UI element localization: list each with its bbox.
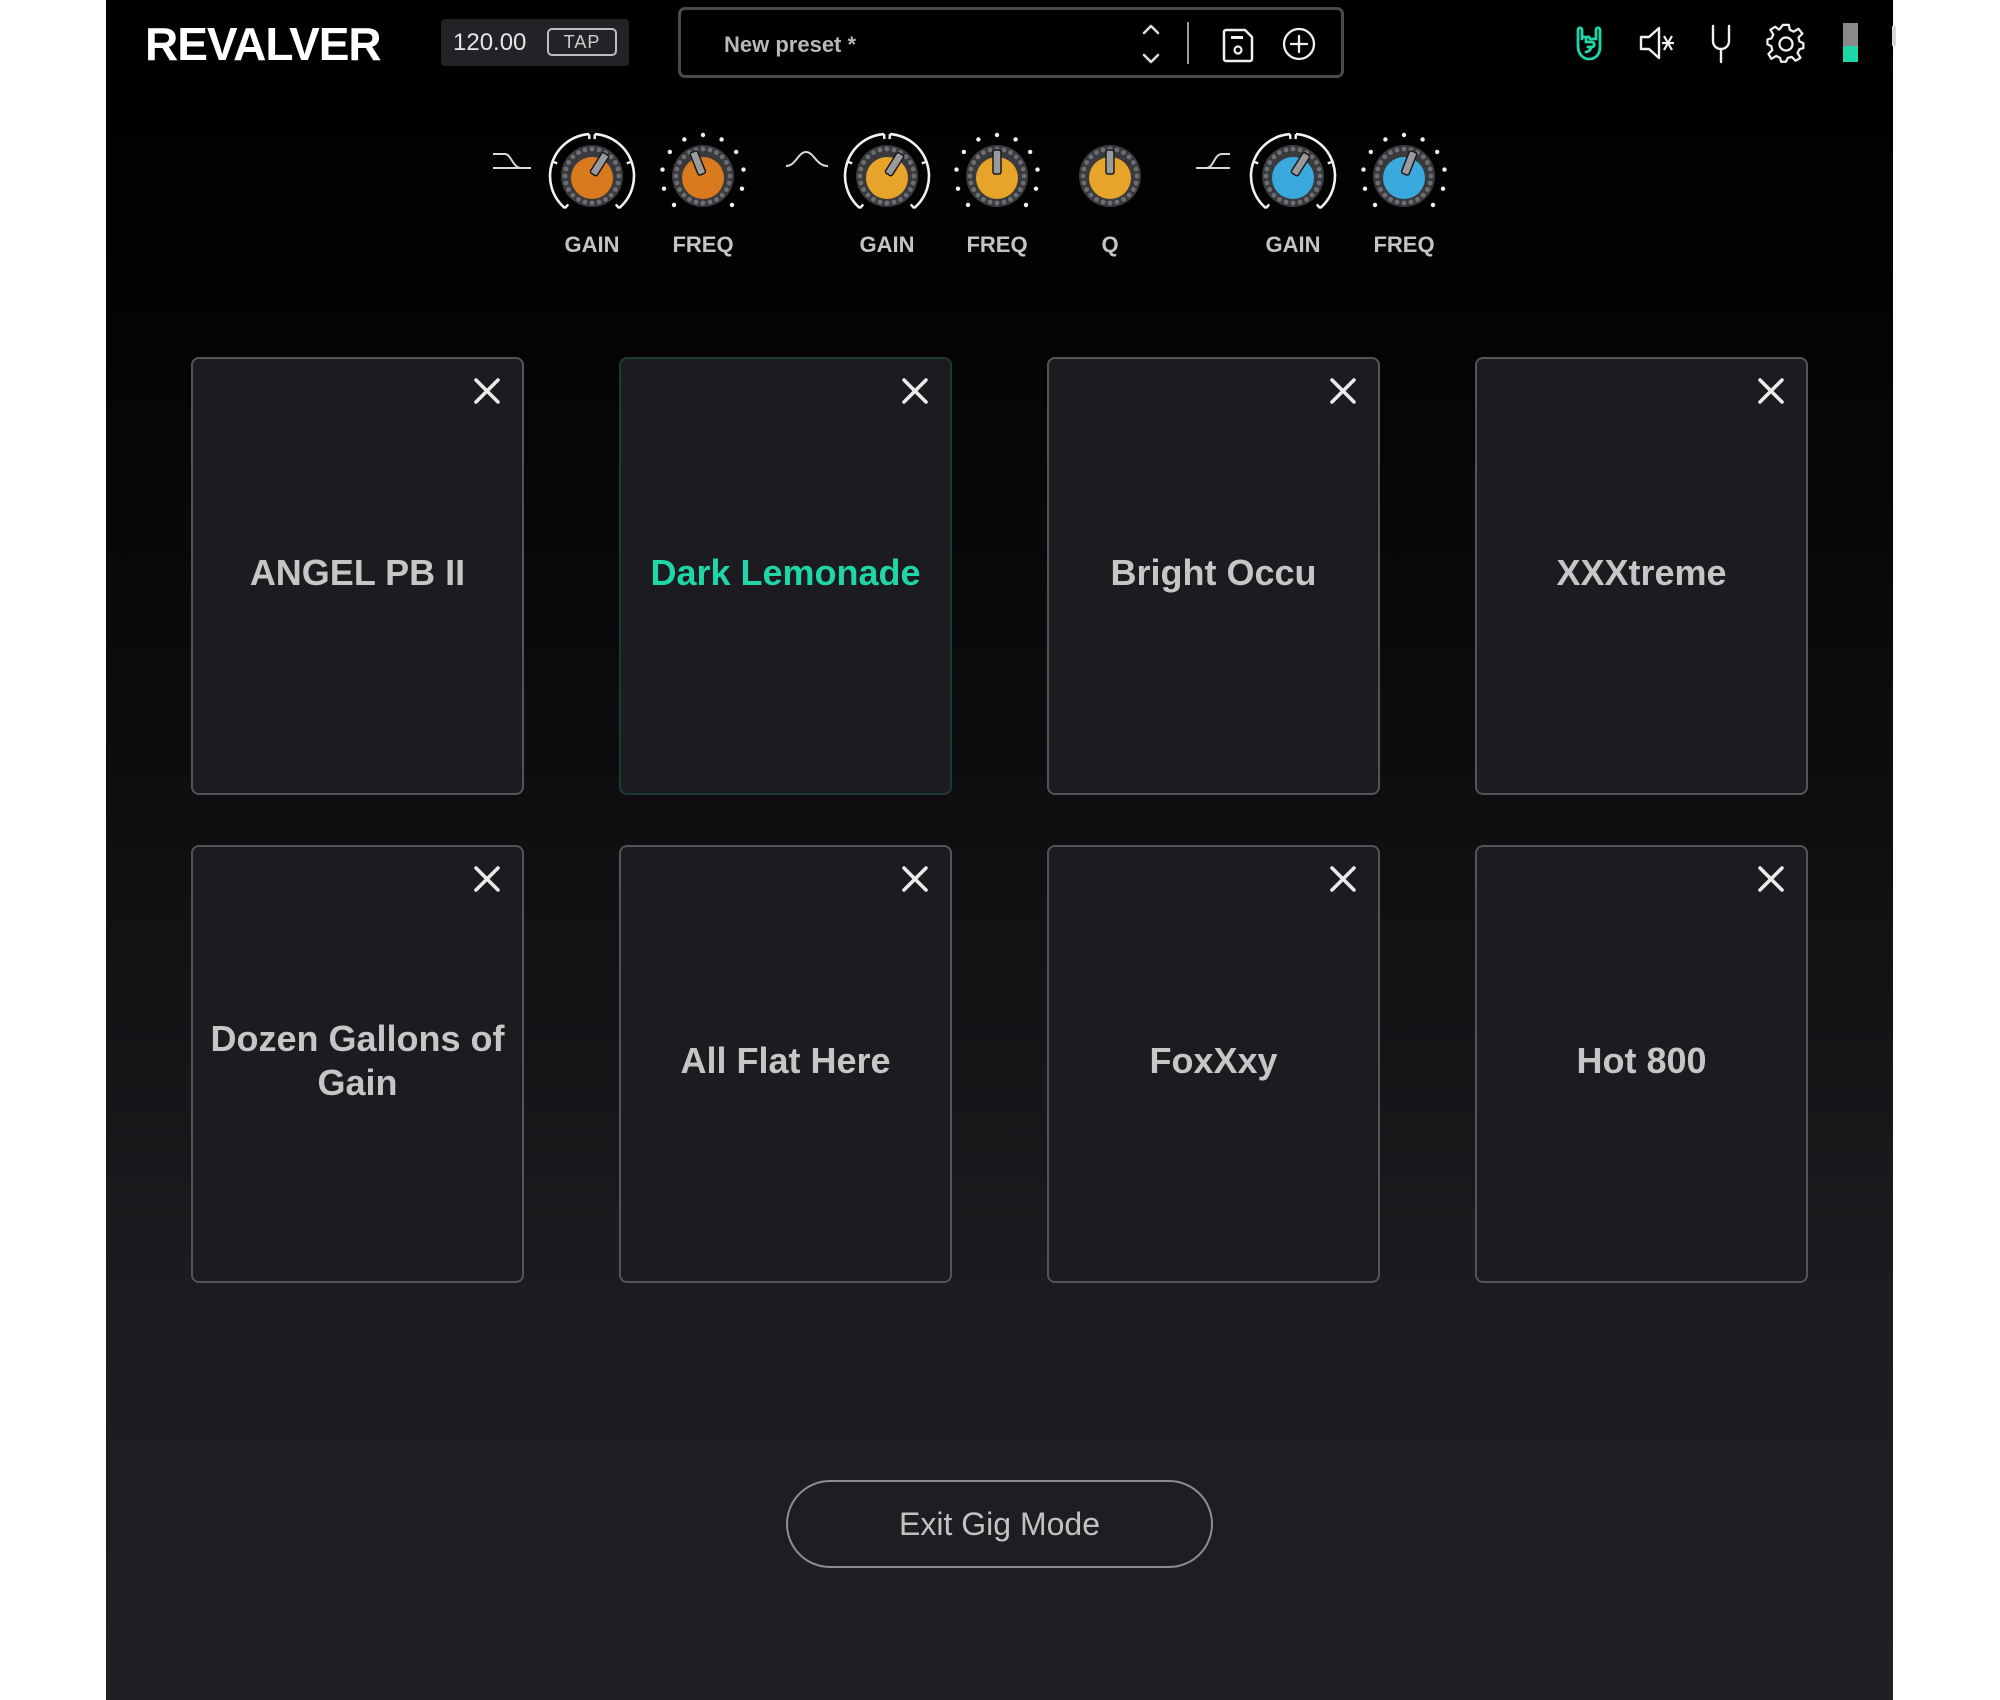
peak-q-label: Q <box>1101 232 1119 257</box>
peak-freq-label: FREQ <box>966 232 1028 257</box>
preset-card[interactable]: Dozen Gallons of Gain <box>191 845 524 1283</box>
preset-name[interactable]: New preset * <box>724 32 856 58</box>
close-icon[interactable] <box>900 864 930 894</box>
divider <box>1187 22 1189 64</box>
high-shelf-icon <box>1196 153 1230 169</box>
logo-text: REVALVER <box>145 20 381 66</box>
preset-card[interactable]: All Flat Here <box>619 845 952 1283</box>
high-shelf-freq-knob[interactable] <box>1354 126 1454 226</box>
chevron-up-icon[interactable] <box>1142 24 1160 35</box>
close-icon[interactable] <box>1756 864 1786 894</box>
tap-tempo-button[interactable]: TAP <box>547 28 617 56</box>
close-icon[interactable] <box>1328 864 1358 894</box>
close-icon[interactable] <box>1328 376 1358 406</box>
peak-gain-label: GAIN <box>859 232 915 257</box>
high-shelf-freq-label: FREQ <box>1373 232 1435 257</box>
preset-card-label: ANGEL PB II <box>249 552 466 593</box>
close-icon[interactable] <box>900 376 930 406</box>
preset-card[interactable]: ANGEL PB II <box>191 357 524 795</box>
tuning-fork-icon[interactable] <box>1701 22 1741 64</box>
rock-hand-icon[interactable] <box>1569 22 1609 64</box>
chevron-down-icon[interactable] <box>1142 53 1160 64</box>
preset-card[interactable]: XXXtreme <box>1475 357 1808 795</box>
bell-curve-icon <box>786 150 828 167</box>
exit-gig-mode-button[interactable]: Exit Gig Mode <box>786 1480 1213 1568</box>
preset-card[interactable]: Hot 800 <box>1475 845 1808 1283</box>
peak-freq-knob[interactable] <box>947 126 1047 226</box>
preset-card-label: Dozen Gallons of Gain <box>210 1018 505 1103</box>
low-shelf-icon <box>493 153 531 169</box>
scrollbar-thumb[interactable] <box>1892 26 1896 46</box>
preset-card-label: Hot 800 <box>1576 1040 1707 1081</box>
peak-gain-knob[interactable] <box>837 126 937 226</box>
preset-card-label: XXXtreme <box>1556 552 1727 593</box>
close-icon[interactable] <box>472 376 502 406</box>
close-icon[interactable] <box>472 864 502 894</box>
tempo-box: 120.00 TAP <box>441 19 629 66</box>
high-shelf-gain-label: GAIN <box>1265 232 1321 257</box>
high-shelf-gain-knob[interactable] <box>1243 126 1343 226</box>
preset-card[interactable]: Bright Occu <box>1047 357 1380 795</box>
preset-card-label: Bright Occu <box>1110 552 1317 593</box>
preset-card-label: Dark Lemonade <box>650 552 921 593</box>
add-circle-icon[interactable] <box>1278 23 1320 65</box>
output-level-fill <box>1843 46 1858 62</box>
low-shelf-freq-knob[interactable] <box>653 126 753 226</box>
low-shelf-gain-label: GAIN <box>564 232 620 257</box>
preset-nav <box>1142 24 1160 64</box>
preset-card-label: All Flat Here <box>680 1040 891 1081</box>
low-shelf-gain-knob[interactable] <box>542 126 642 226</box>
preset-selector[interactable]: New preset * <box>678 7 1344 78</box>
tempo-value[interactable]: 120.00 <box>453 29 526 57</box>
save-icon[interactable] <box>1218 25 1258 65</box>
revalver-logo: REVALVER <box>145 20 382 66</box>
low-shelf-freq-label: FREQ <box>672 232 734 257</box>
output-level-meter <box>1843 23 1858 62</box>
preset-card[interactable]: FoxXxy <box>1047 845 1380 1283</box>
preset-card[interactable]: Dark Lemonade <box>619 357 952 795</box>
peak-q-knob[interactable] <box>1060 126 1160 226</box>
preset-card-label: FoxXxy <box>1149 1040 1278 1081</box>
speaker-mute-icon[interactable] <box>1637 22 1677 64</box>
gear-icon[interactable] <box>1766 22 1806 64</box>
close-icon[interactable] <box>1756 376 1786 406</box>
